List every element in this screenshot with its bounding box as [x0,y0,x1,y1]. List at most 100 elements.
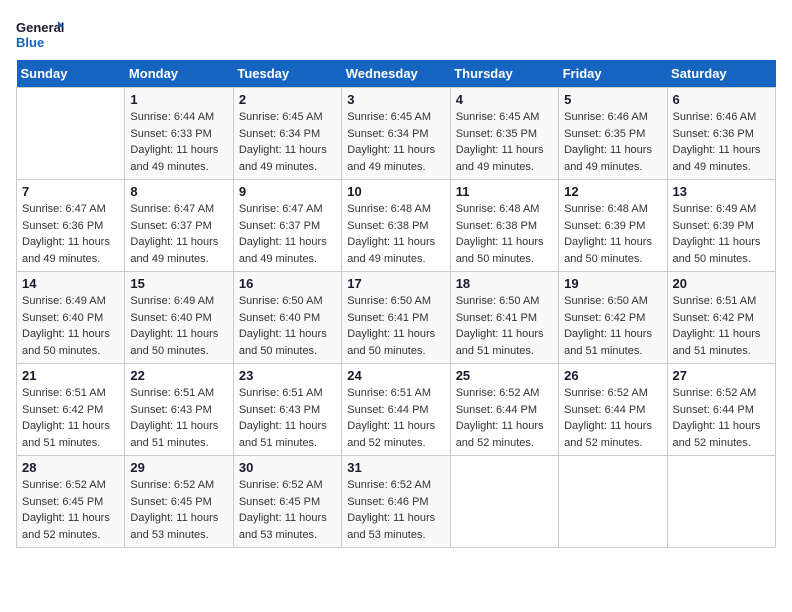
calendar-cell: 7 Sunrise: 6:47 AM Sunset: 6:36 PM Daylig… [17,180,125,272]
calendar-week-row: 7 Sunrise: 6:47 AM Sunset: 6:36 PM Daylig… [17,180,776,272]
day-number: 3 [347,92,444,107]
day-number: 30 [239,460,336,475]
day-info: Sunrise: 6:49 AM Sunset: 6:40 PM Dayligh… [130,293,227,359]
day-number: 8 [130,184,227,199]
calendar-cell: 24 Sunrise: 6:51 AM Sunset: 6:44 PM Dayli… [342,364,450,456]
day-info: Sunrise: 6:52 AM Sunset: 6:44 PM Dayligh… [456,385,553,451]
day-number: 24 [347,368,444,383]
calendar-week-row: 1 Sunrise: 6:44 AM Sunset: 6:33 PM Daylig… [17,88,776,180]
day-number: 27 [673,368,770,383]
day-number: 13 [673,184,770,199]
calendar-cell: 27 Sunrise: 6:52 AM Sunset: 6:44 PM Dayli… [667,364,775,456]
calendar-cell: 6Sunrise: 6:46 AM Sunset: 6:36 PM Daylig… [667,88,775,180]
calendar-cell: 3Sunrise: 6:45 AM Sunset: 6:34 PM Daylig… [342,88,450,180]
calendar-cell: 10Sunrise: 6:48 AM Sunset: 6:38 PM Dayli… [342,180,450,272]
day-number: 22 [130,368,227,383]
day-info: Sunrise: 6:50 AM Sunset: 6:42 PM Dayligh… [564,293,661,359]
calendar-cell: 22 Sunrise: 6:51 AM Sunset: 6:43 PM Dayli… [125,364,233,456]
calendar-cell: 17Sunrise: 6:50 AM Sunset: 6:41 PM Dayli… [342,272,450,364]
day-number: 2 [239,92,336,107]
calendar-cell: 16 Sunrise: 6:50 AM Sunset: 6:40 PM Dayli… [233,272,341,364]
weekday-header: Friday [559,60,667,88]
day-number: 5 [564,92,661,107]
day-info: Sunrise: 6:44 AM Sunset: 6:33 PM Dayligh… [130,109,227,175]
day-info: Sunrise: 6:45 AM Sunset: 6:34 PM Dayligh… [239,109,336,175]
day-info: Sunrise: 6:51 AM Sunset: 6:42 PM Dayligh… [673,293,770,359]
day-info: Sunrise: 6:48 AM Sunset: 6:38 PM Dayligh… [456,201,553,267]
calendar-week-row: 28Sunrise: 6:52 AM Sunset: 6:45 PM Dayli… [17,456,776,548]
day-number: 1 [130,92,227,107]
day-number: 23 [239,368,336,383]
day-number: 26 [564,368,661,383]
day-info: Sunrise: 6:50 AM Sunset: 6:41 PM Dayligh… [456,293,553,359]
calendar-cell: 26 Sunrise: 6:52 AM Sunset: 6:44 PM Dayli… [559,364,667,456]
day-number: 20 [673,276,770,291]
day-info: Sunrise: 6:49 AM Sunset: 6:40 PM Dayligh… [22,293,119,359]
day-info: Sunrise: 6:52 AM Sunset: 6:45 PM Dayligh… [130,477,227,543]
calendar-cell: 31Sunrise: 6:52 AM Sunset: 6:46 PM Dayli… [342,456,450,548]
calendar-cell: 18Sunrise: 6:50 AM Sunset: 6:41 PM Dayli… [450,272,558,364]
day-info: Sunrise: 6:47 AM Sunset: 6:37 PM Dayligh… [239,201,336,267]
calendar-cell: 4 Sunrise: 6:45 AM Sunset: 6:35 PM Daylig… [450,88,558,180]
weekday-header: Thursday [450,60,558,88]
calendar-cell [667,456,775,548]
calendar-cell: 8 Sunrise: 6:47 AM Sunset: 6:37 PM Daylig… [125,180,233,272]
weekday-header-row: SundayMondayTuesdayWednesdayThursdayFrid… [17,60,776,88]
day-number: 16 [239,276,336,291]
day-number: 21 [22,368,119,383]
calendar-cell [559,456,667,548]
calendar-cell: 29 Sunrise: 6:52 AM Sunset: 6:45 PM Dayli… [125,456,233,548]
day-info: Sunrise: 6:52 AM Sunset: 6:44 PM Dayligh… [564,385,661,451]
day-number: 14 [22,276,119,291]
calendar-cell: 23 Sunrise: 6:51 AM Sunset: 6:43 PM Dayli… [233,364,341,456]
day-info: Sunrise: 6:46 AM Sunset: 6:35 PM Dayligh… [564,109,661,175]
calendar-cell: 21Sunrise: 6:51 AM Sunset: 6:42 PM Dayli… [17,364,125,456]
day-number: 25 [456,368,553,383]
calendar-cell: 2 Sunrise: 6:45 AM Sunset: 6:34 PM Daylig… [233,88,341,180]
day-number: 11 [456,184,553,199]
calendar-week-row: 14 Sunrise: 6:49 AM Sunset: 6:40 PM Dayli… [17,272,776,364]
logo: General Blue [16,16,64,52]
weekday-header: Monday [125,60,233,88]
day-number: 4 [456,92,553,107]
day-number: 7 [22,184,119,199]
day-number: 9 [239,184,336,199]
day-number: 15 [130,276,227,291]
day-info: Sunrise: 6:47 AM Sunset: 6:36 PM Dayligh… [22,201,119,267]
day-info: Sunrise: 6:52 AM Sunset: 6:45 PM Dayligh… [22,477,119,543]
calendar-cell: 9 Sunrise: 6:47 AM Sunset: 6:37 PM Daylig… [233,180,341,272]
logo-svg: General Blue [16,16,64,52]
day-info: Sunrise: 6:50 AM Sunset: 6:41 PM Dayligh… [347,293,444,359]
day-number: 6 [673,92,770,107]
day-info: Sunrise: 6:52 AM Sunset: 6:44 PM Dayligh… [673,385,770,451]
calendar-cell [17,88,125,180]
calendar-table: SundayMondayTuesdayWednesdayThursdayFrid… [16,60,776,548]
weekday-header: Sunday [17,60,125,88]
day-info: Sunrise: 6:49 AM Sunset: 6:39 PM Dayligh… [673,201,770,267]
day-number: 29 [130,460,227,475]
calendar-cell: 30Sunrise: 6:52 AM Sunset: 6:45 PM Dayli… [233,456,341,548]
weekday-header: Saturday [667,60,775,88]
day-number: 12 [564,184,661,199]
svg-text:General: General [16,20,64,35]
calendar-cell: 1 Sunrise: 6:44 AM Sunset: 6:33 PM Daylig… [125,88,233,180]
day-number: 10 [347,184,444,199]
day-info: Sunrise: 6:52 AM Sunset: 6:46 PM Dayligh… [347,477,444,543]
page-header: General Blue [16,16,776,52]
day-info: Sunrise: 6:51 AM Sunset: 6:43 PM Dayligh… [239,385,336,451]
calendar-week-row: 21Sunrise: 6:51 AM Sunset: 6:42 PM Dayli… [17,364,776,456]
calendar-cell: 11 Sunrise: 6:48 AM Sunset: 6:38 PM Dayli… [450,180,558,272]
day-info: Sunrise: 6:51 AM Sunset: 6:43 PM Dayligh… [130,385,227,451]
day-info: Sunrise: 6:47 AM Sunset: 6:37 PM Dayligh… [130,201,227,267]
day-number: 19 [564,276,661,291]
calendar-cell: 5 Sunrise: 6:46 AM Sunset: 6:35 PM Daylig… [559,88,667,180]
day-info: Sunrise: 6:48 AM Sunset: 6:39 PM Dayligh… [564,201,661,267]
calendar-cell: 25 Sunrise: 6:52 AM Sunset: 6:44 PM Dayli… [450,364,558,456]
day-info: Sunrise: 6:51 AM Sunset: 6:44 PM Dayligh… [347,385,444,451]
calendar-cell: 13 Sunrise: 6:49 AM Sunset: 6:39 PM Dayli… [667,180,775,272]
day-info: Sunrise: 6:45 AM Sunset: 6:35 PM Dayligh… [456,109,553,175]
calendar-cell: 19 Sunrise: 6:50 AM Sunset: 6:42 PM Dayli… [559,272,667,364]
day-info: Sunrise: 6:50 AM Sunset: 6:40 PM Dayligh… [239,293,336,359]
calendar-cell: 15 Sunrise: 6:49 AM Sunset: 6:40 PM Dayli… [125,272,233,364]
calendar-cell [450,456,558,548]
